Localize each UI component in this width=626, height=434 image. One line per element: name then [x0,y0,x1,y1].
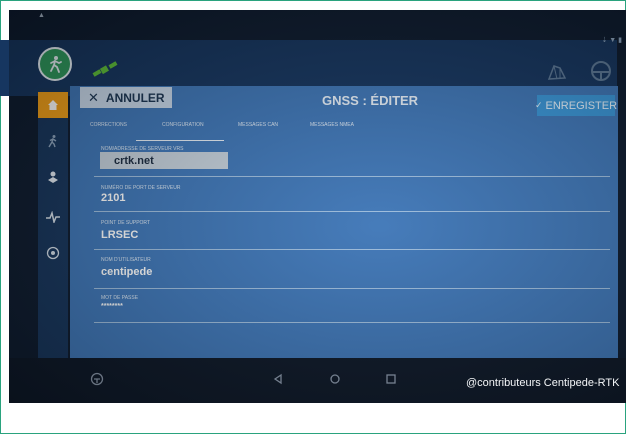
mountpoint-label: POINT DE SUPPORT [101,220,150,226]
field-divider [94,211,610,212]
sidebar-item-guidance[interactable] [38,128,68,154]
password-input[interactable]: ******** [101,303,123,310]
mountpoint-input[interactable]: LRSEC [101,229,138,241]
save-label: ENREGISTER [545,99,618,112]
tab-configuration[interactable]: CONFIGURATION [162,122,204,128]
implement-icon [48,171,58,183]
watermark-text: @contributeurs Centipede-RTK [466,377,620,389]
active-tab-indicator [136,140,224,141]
steering-wheel-icon[interactable] [590,60,612,87]
tab-messages-nmea[interactable]: MESSAGES NMEA [310,122,354,128]
app-logo-icon[interactable] [38,47,72,81]
sidebar-item-home[interactable] [38,92,68,118]
diagnostics-icon [46,211,60,223]
home-icon[interactable] [329,372,341,390]
username-input[interactable]: centipede [101,266,152,278]
status-bar-indicator: ▲ [38,12,45,19]
check-icon: ✓ [534,100,543,110]
satellite-icon[interactable] [92,60,118,85]
recent-apps-icon[interactable] [385,372,397,390]
field-map-icon[interactable] [546,62,568,87]
port-label: NUMÉRO DE PORT DE SERVEUR [101,185,181,191]
save-button[interactable]: ✓ ENREGISTER [534,95,618,116]
app-switch-icon[interactable] [90,372,104,391]
steering-icon [48,135,57,148]
sidebar-item-diagnostics[interactable] [38,204,68,230]
field-divider [94,249,610,250]
password-label: MOT DE PASSE [101,295,139,301]
cancel-button[interactable]: ✕ ANNULER [80,87,172,108]
field-divider [94,322,610,323]
settings-icon [46,246,60,260]
field-divider [94,288,610,289]
sidebar-item-implement[interactable] [38,164,68,190]
tab-corrections[interactable]: CORRECTIONS [90,122,127,128]
status-bar-icons: ⇣ ▼ ▮ [601,37,622,44]
port-input[interactable]: 2101 [101,192,125,204]
username-label: NOM D'UTILISATEUR [101,257,151,263]
tab-messages-can[interactable]: MESSAGES CAN [238,122,278,128]
field-divider [94,176,610,177]
cancel-label: ANNULER [105,90,165,105]
close-icon: ✕ [88,89,99,105]
home-icon [48,100,58,110]
page-title: GNSS : ÉDITER [322,93,419,108]
sidebar-item-settings[interactable] [38,240,68,266]
back-icon[interactable] [272,372,284,390]
server-value[interactable]: crtk.net [114,155,154,167]
